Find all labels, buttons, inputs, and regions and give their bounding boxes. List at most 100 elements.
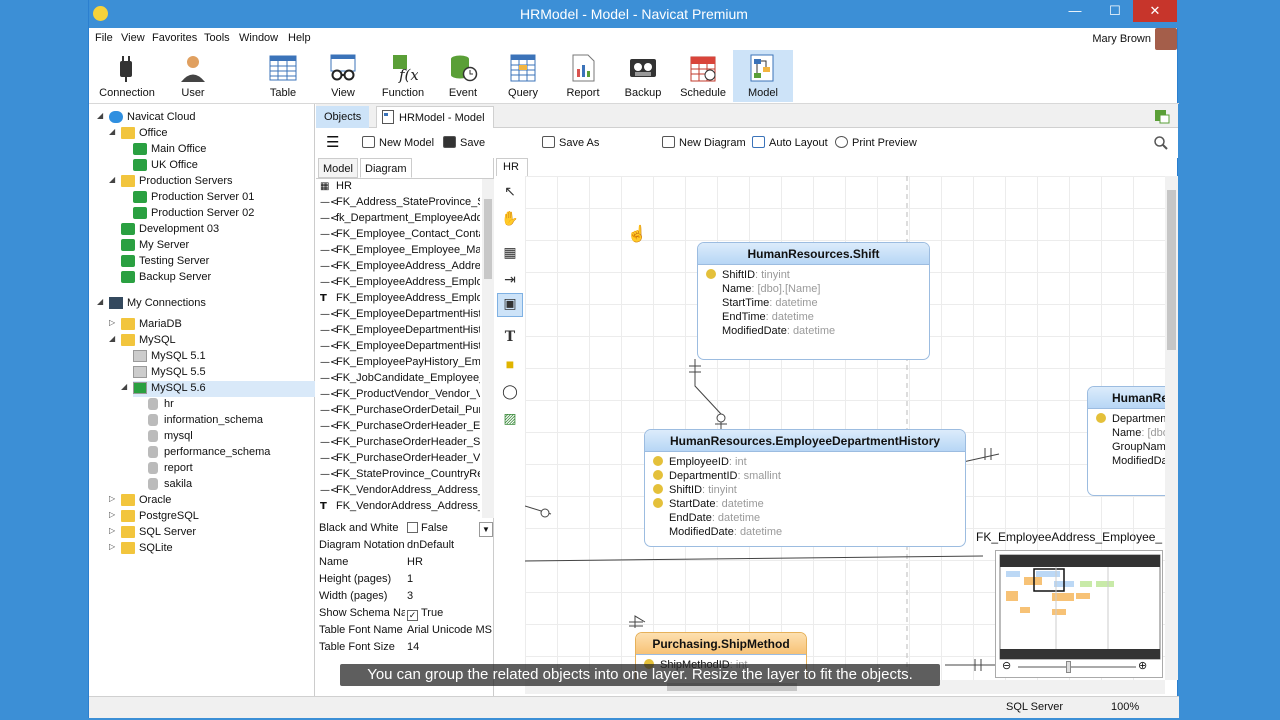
list-item[interactable]: —<FK_EmployeeDepartmentHisto bbox=[320, 308, 480, 320]
nav-item[interactable]: information_schema bbox=[146, 413, 315, 429]
prop-value[interactable]: HR bbox=[407, 556, 497, 568]
zoom-track[interactable] bbox=[1018, 666, 1136, 668]
list-item[interactable]: —<FK_PurchaseOrderHeader_Ver bbox=[320, 452, 480, 464]
query-button[interactable]: Query bbox=[493, 50, 553, 102]
prop-value[interactable]: 14 bbox=[407, 641, 497, 653]
pointer-tool-icon[interactable]: ↖ bbox=[501, 182, 519, 200]
expand-arrow-icon[interactable]: ▷ bbox=[109, 494, 115, 503]
entity-field[interactable]: DepartmentID: smallint bbox=[1096, 413, 1165, 425]
collapse-arrow-icon[interactable]: ◢ bbox=[97, 297, 103, 306]
menu-window[interactable]: Window bbox=[239, 32, 278, 44]
auto-layout-button[interactable]: Auto Layout bbox=[752, 136, 828, 149]
prop-row[interactable]: Black and White False ▼ bbox=[319, 522, 493, 539]
list-item[interactable]: —<fk_Department_EmployeeAdd bbox=[320, 212, 480, 224]
expand-arrow-icon[interactable]: ▷ bbox=[109, 542, 115, 551]
maximize-button[interactable]: ☐ bbox=[1099, 0, 1131, 22]
nav-item[interactable]: ◢ Production Servers bbox=[109, 174, 315, 190]
entity-field[interactable]: GroupName: [dbo].[Name] bbox=[1096, 441, 1165, 453]
entity-field[interactable]: ShiftID: tinyint bbox=[706, 269, 790, 281]
layer-tool-icon[interactable]: ▣ bbox=[497, 293, 523, 317]
event-button[interactable]: Event bbox=[433, 50, 493, 102]
close-button[interactable]: ✕ bbox=[1133, 0, 1177, 22]
entity-field[interactable]: Name: [dbo].[Name] bbox=[706, 283, 820, 295]
diagram-tab-hr[interactable]: HR bbox=[496, 158, 528, 176]
entity-field[interactable]: EmployeeID: int bbox=[653, 456, 747, 468]
entity-title[interactable]: HumanResources.Shift bbox=[698, 243, 929, 265]
prop-value[interactable]: ✓ True bbox=[407, 607, 497, 621]
prop-value[interactable]: 3 bbox=[407, 590, 497, 602]
entity-field[interactable]: EndTime: datetime bbox=[706, 311, 814, 323]
checkbox-checked[interactable]: ✓ bbox=[407, 610, 418, 621]
list-item[interactable]: —<FK_JobCandidate_Employee_E bbox=[320, 372, 480, 384]
shape-tool-icon[interactable]: ◯ bbox=[501, 382, 519, 400]
expand-arrow-icon[interactable]: ▷ bbox=[109, 318, 115, 327]
search-icon[interactable] bbox=[1154, 136, 1168, 150]
note-tool-icon[interactable]: ■ bbox=[501, 355, 519, 373]
nav-item[interactable]: ◢ My Connections bbox=[97, 296, 315, 312]
entity-title[interactable]: Purchasing.ShipMethod bbox=[636, 633, 806, 655]
nav-item[interactable]: Development 03 bbox=[121, 222, 315, 238]
new-model-button[interactable]: New Model bbox=[362, 136, 434, 149]
nav-item[interactable]: Production Server 01 bbox=[133, 190, 315, 206]
entity-field[interactable]: ModifiedDate: datetime bbox=[706, 325, 835, 337]
view-button[interactable]: View bbox=[313, 50, 373, 102]
menu-file[interactable]: File bbox=[95, 32, 113, 44]
prop-value[interactable]: Arial Unicode MS bbox=[407, 624, 497, 636]
function-button[interactable]: f(x) Function bbox=[373, 50, 433, 102]
entity-title[interactable]: HumanResources.EmployeeDepartmentHistory bbox=[645, 430, 965, 452]
collapse-arrow-icon[interactable]: ◢ bbox=[109, 175, 115, 184]
checkbox-unchecked[interactable] bbox=[407, 522, 418, 533]
entity-shift[interactable]: HumanResources.Shift ShiftID: tinyint Nam… bbox=[697, 242, 930, 360]
object-list-scroll-thumb[interactable] bbox=[484, 199, 492, 279]
list-item[interactable]: —<FK_Address_StateProvince_Sta bbox=[320, 196, 480, 208]
print-preview-button[interactable]: Print Preview bbox=[835, 136, 917, 149]
entity-field[interactable]: StartDate: datetime bbox=[653, 498, 764, 510]
save-button[interactable]: Save bbox=[443, 136, 485, 149]
expand-arrow-icon[interactable]: ▷ bbox=[109, 526, 115, 535]
list-item[interactable]: T FK_EmployeeAddress_Employ bbox=[320, 292, 480, 304]
canvas-vertical-scrollbar[interactable] bbox=[1165, 176, 1178, 680]
entity-field[interactable]: ShiftID: tinyint bbox=[653, 484, 737, 496]
nav-item[interactable]: My Server bbox=[121, 238, 315, 254]
list-item[interactable]: —<FK_StateProvince_CountryReg bbox=[320, 468, 480, 480]
zoom-slider[interactable]: ⊖ ⊕ bbox=[1000, 659, 1160, 675]
nav-item[interactable]: mysql bbox=[146, 429, 315, 445]
nav-item[interactable]: performance_schema bbox=[146, 445, 315, 461]
tab-model-objects[interactable]: Model bbox=[318, 158, 358, 178]
schedule-button[interactable]: Schedule bbox=[673, 50, 733, 102]
entity-employee-department-history[interactable]: HumanResources.EmployeeDepartmentHistory… bbox=[644, 429, 966, 547]
list-item[interactable]: T FK_VendorAddress_Address_A bbox=[320, 500, 480, 512]
collapse-arrow-icon[interactable]: ◢ bbox=[121, 382, 127, 391]
zoom-out-icon[interactable]: ⊖ bbox=[1002, 659, 1011, 672]
prop-value[interactable]: 1 bbox=[407, 573, 497, 585]
list-item[interactable]: —<FK_VendorAddress_Address_A bbox=[320, 484, 480, 496]
list-item[interactable]: —<FK_Employee_Contact_Contac bbox=[320, 228, 480, 240]
tab-diagram[interactable]: Diagram bbox=[360, 158, 412, 178]
list-item[interactable]: —<FK_ProductVendor_Vendor_Ve bbox=[320, 388, 480, 400]
dropdown-chevron-icon[interactable]: ▼ bbox=[479, 522, 493, 537]
list-item[interactable]: —<FK_EmployeeDepartmentHisto bbox=[320, 324, 480, 336]
menu-help[interactable]: Help bbox=[288, 32, 311, 44]
list-item[interactable]: —<FK_EmployeeAddress_Address bbox=[320, 260, 480, 272]
nav-item[interactable]: MySQL 5.5 bbox=[133, 365, 315, 381]
expand-arrow-icon[interactable]: ▷ bbox=[109, 510, 115, 519]
list-item[interactable]: —<FK_PurchaseOrderDetail_Purcl bbox=[320, 404, 480, 416]
text-tool-icon[interactable]: T bbox=[501, 328, 519, 346]
list-item[interactable]: —<FK_EmployeePayHistory_Emp bbox=[320, 356, 480, 368]
user-button[interactable]: User bbox=[163, 50, 223, 102]
table-button[interactable]: Table bbox=[253, 50, 313, 102]
minimize-button[interactable]: — bbox=[1059, 0, 1091, 22]
entity-field[interactable]: Name: [dbo].[Name] bbox=[1096, 427, 1165, 439]
entity-field[interactable]: ModifiedDate: datetime bbox=[1096, 455, 1165, 467]
entity-department[interactable]: HumanResources.Dep DepartmentID: smallin… bbox=[1087, 386, 1165, 496]
backup-button[interactable]: Backup bbox=[613, 50, 673, 102]
overview-navigator[interactable]: ⊖ ⊕ bbox=[995, 550, 1163, 678]
list-item[interactable]: —<FK_Employee_Employee_Man bbox=[320, 244, 480, 256]
new-connection-icon[interactable] bbox=[1154, 108, 1170, 124]
relation-tool-icon[interactable]: ⇥ bbox=[501, 270, 519, 288]
model-button[interactable]: Model bbox=[733, 50, 793, 102]
zoom-in-icon[interactable]: ⊕ bbox=[1138, 659, 1147, 672]
entity-field[interactable]: ModifiedDate: datetime bbox=[653, 526, 782, 538]
nav-item[interactable]: UK Office bbox=[133, 158, 315, 174]
nav-item[interactable]: sakila bbox=[146, 477, 315, 493]
